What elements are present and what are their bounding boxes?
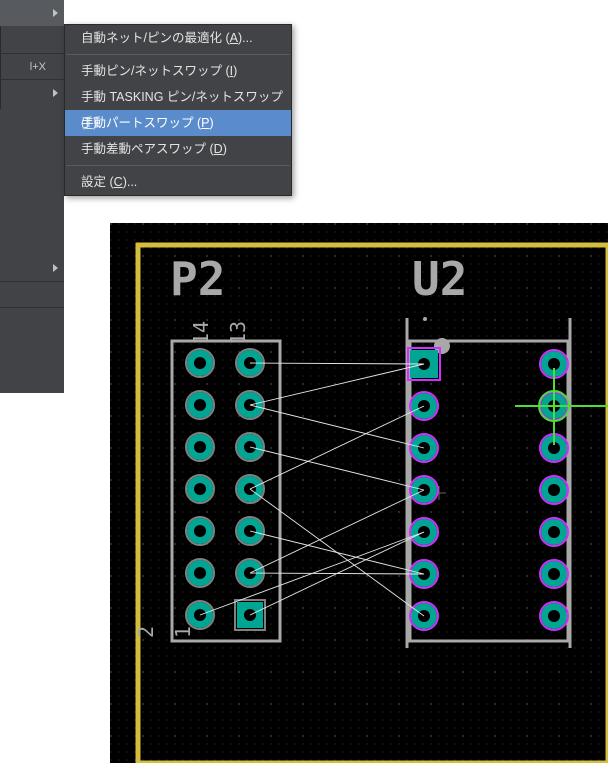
menu-item-text: 手動ピン/ネットスワップ	[81, 64, 225, 78]
parent-menu-item-arrow-2[interactable]	[0, 255, 64, 281]
context-menu: 自動ネット/ピンの最適化 (A)... 手動ピン/ネットスワップ (I) 手動 …	[64, 24, 292, 196]
submenu-arrow-icon	[53, 9, 58, 17]
parent-menu-continuation	[0, 109, 64, 393]
menu-item-text: 自動ネット/ピンの最適化	[81, 31, 225, 45]
submenu-arrow-icon	[53, 264, 58, 272]
pin-label-2: 2	[134, 626, 158, 638]
parent-menu-item-shortcut[interactable]: l+X	[0, 53, 64, 79]
refdes-P2: P2	[170, 252, 225, 306]
menu-item-text: 手動 TASKING ピン/ネットスワップ	[81, 90, 283, 104]
menu-item-text: 手動差動ペアスワップ	[81, 142, 209, 156]
parent-menu-strip	[0, 0, 64, 27]
menu-item-pin-net-swap[interactable]: 手動ピン/ネットスワップ (I)	[65, 58, 291, 84]
pcb-svg: P2 14 13 2 1 U2	[110, 223, 608, 763]
menu-item-suffix: ...	[127, 175, 137, 189]
parent-menu-item-arrow[interactable]	[0, 79, 64, 105]
menu-item-accel: I	[230, 64, 233, 78]
pcb-canvas[interactable]: P2 14 13 2 1 U2	[110, 223, 608, 763]
menu-separator	[66, 54, 290, 55]
menu-item-settings[interactable]: 設定 (C)...	[65, 169, 291, 195]
parent-menu-item-selected[interactable]	[0, 0, 64, 26]
menu-item-diffpair-swap[interactable]: 手動差動ペアスワップ (D)	[65, 136, 291, 162]
submenu-arrow-icon	[53, 89, 58, 97]
refdes-U2: U2	[412, 252, 467, 306]
parent-menu-item[interactable]	[0, 27, 64, 53]
menu-item-tasking-swap[interactable]: 手動 TASKING ピン/ネットスワップ (T)	[65, 84, 291, 110]
menu-item-auto-optimize[interactable]: 自動ネット/ピンの最適化 (A)...	[65, 25, 291, 51]
parent-menu-shortcut-text: l+X	[30, 61, 46, 73]
pin-label-1: 1	[171, 626, 195, 638]
menu-item-accel: D	[214, 142, 223, 156]
menu-item-accel: P	[201, 116, 209, 130]
menu-item-accel: A	[230, 31, 238, 45]
menu-item-suffix: ...	[242, 31, 252, 45]
parent-menu-strip-2: l+X	[0, 27, 64, 109]
menu-item-text: 手動パートスワップ	[81, 116, 197, 130]
menu-separator	[66, 165, 290, 166]
menu-item-part-swap[interactable]: 手動パートスワップ (P)	[65, 110, 291, 136]
menu-item-accel: C	[114, 175, 123, 189]
menu-item-text: 設定	[81, 175, 109, 189]
